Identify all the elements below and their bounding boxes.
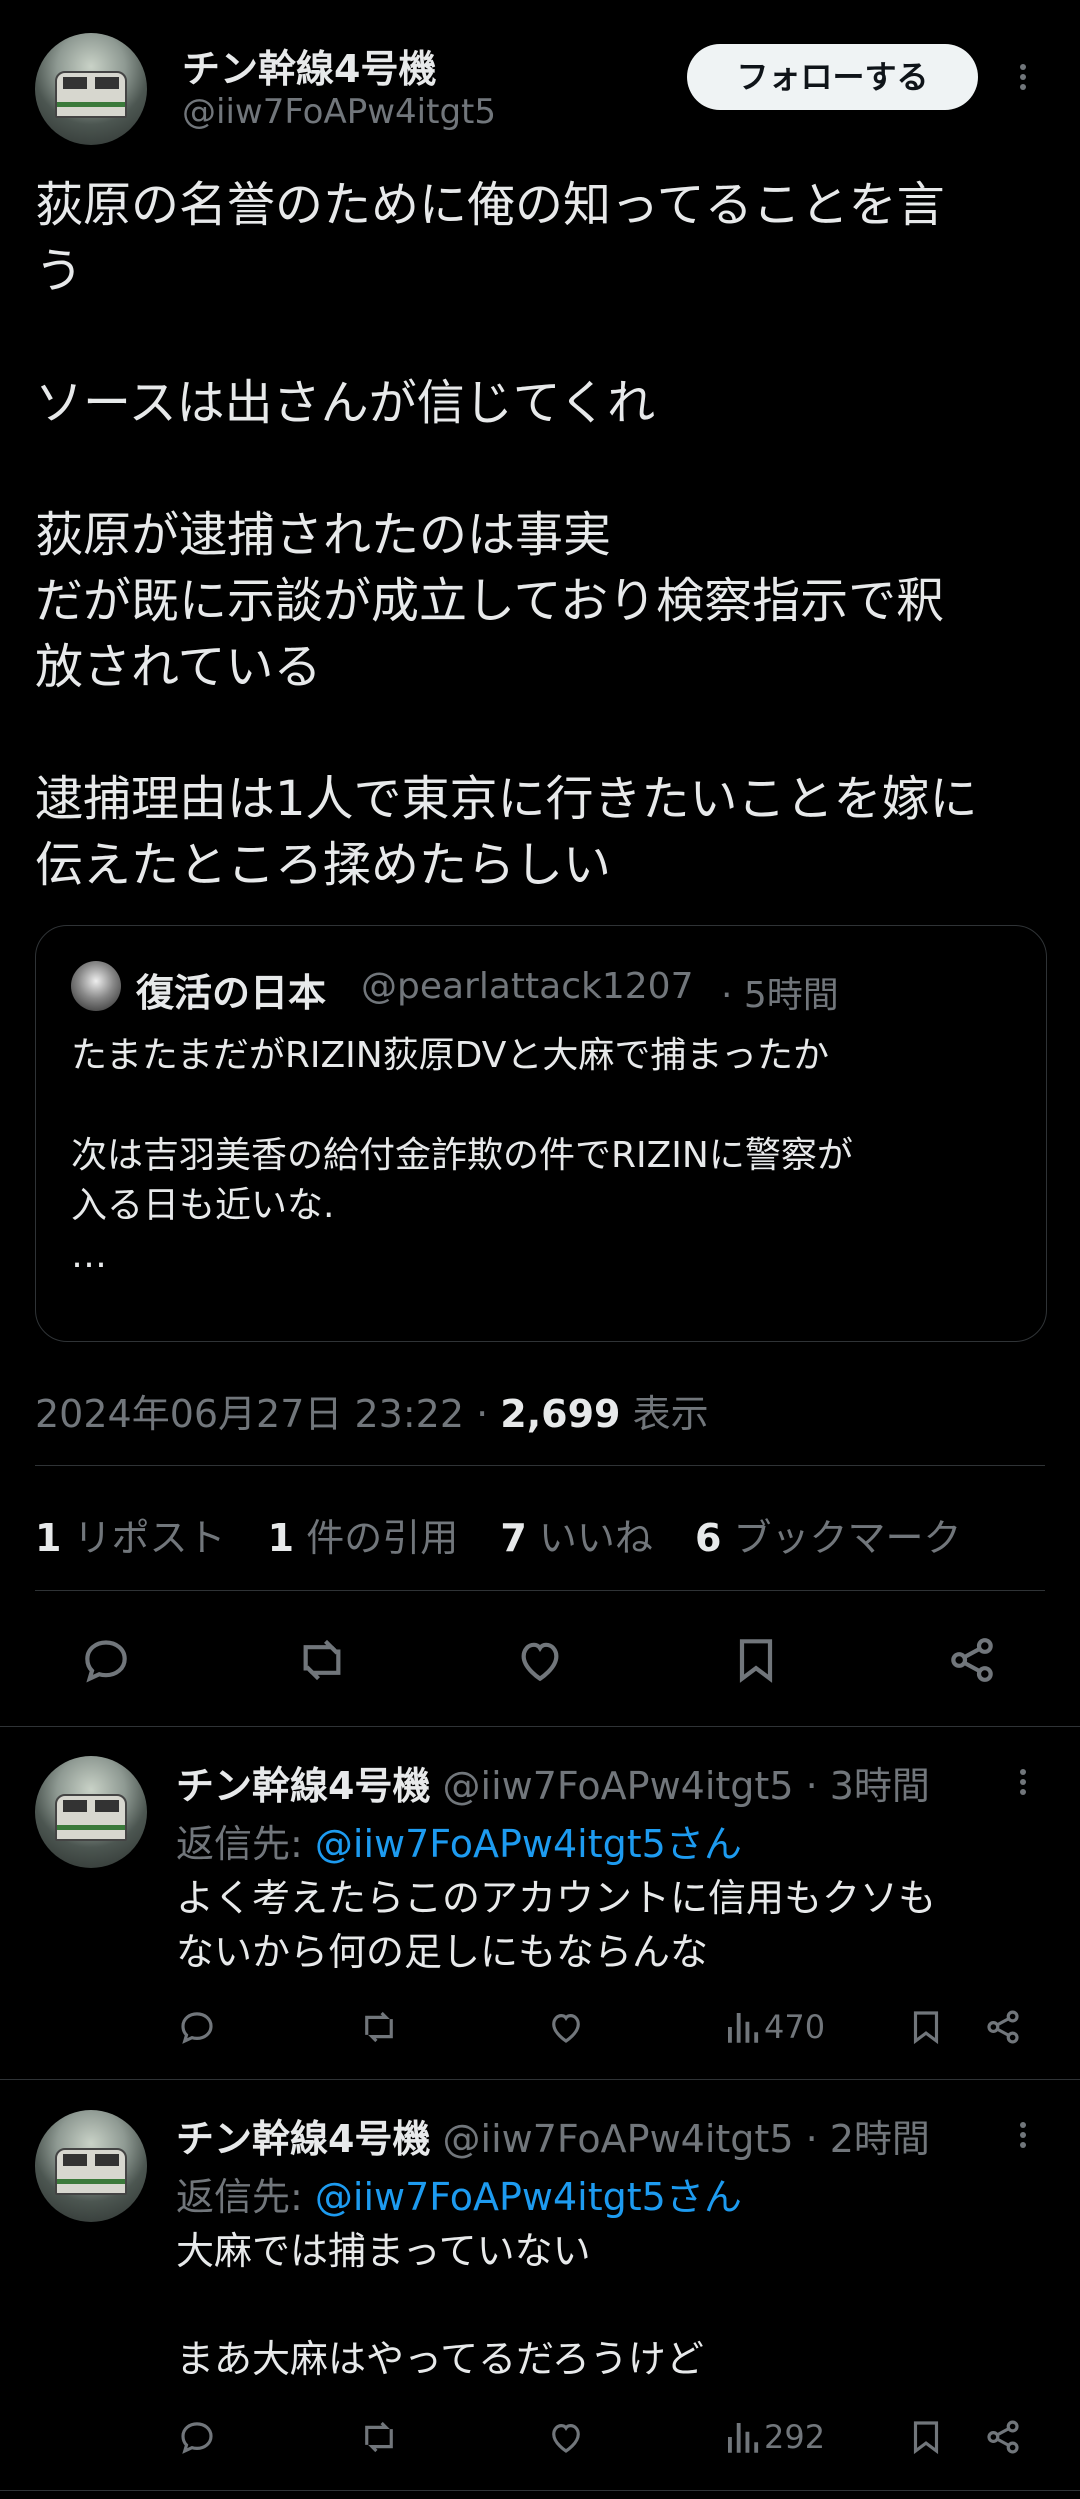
reply-to-handle[interactable]: @iiw7FoAPw4itgt5さん [315,1822,742,1866]
author-handle[interactable]: @iiw7FoAPw4itgt5 [182,92,496,132]
divider [35,1590,1045,1591]
stats-row: 1 リポスト 1 件の引用 7 いいね 6 ブックマーク [35,1507,962,1562]
reply-author-name[interactable]: チン幹線4号機 [176,1764,430,1808]
more-icon[interactable] [1020,2118,1026,2152]
reply-tweet[interactable]: チン幹線4号機 @iiw7FoAPw4itgt5 · 3時間 返信先: @iiw… [0,1727,1080,2078]
quote-text: たまたまだがRIZIN荻原DVと大麻で捕まったか 次は吉羽美香の給付金詐欺の件で… [71,1035,853,1276]
reply-header: チン幹線4号機 @iiw7FoAPw4itgt5 · 3時間 [176,1755,930,1810]
views-icon [728,2013,759,2043]
stat-likes[interactable]: 7 いいね [500,1516,653,1560]
quote-time: · 5時間 [721,975,839,1016]
retweet-icon[interactable] [294,1632,350,1688]
share-icon[interactable] [944,1632,1000,1688]
views-label: 表示 [632,1392,709,1436]
more-icon[interactable] [1020,1765,1026,1799]
views-count: 470 [764,2008,826,2046]
reply-icon[interactable] [176,2416,218,2458]
reply-to-handle[interactable]: @iiw7FoAPw4itgt5さん [315,2175,742,2219]
reply-icon[interactable] [78,1632,134,1688]
reply-time: · 3時間 [805,1764,930,1808]
quoted-tweet[interactable]: 復活の日本 @pearlattack1207 · 5時間 たまたまだがRIZIN… [35,925,1047,1342]
views-count: 292 [764,2418,826,2456]
bookmark-icon[interactable] [728,1632,784,1688]
retweet-icon[interactable] [358,2006,400,2048]
reply-to-prefix: 返信先: [176,1822,315,1866]
reply-to: 返信先: @iiw7FoAPw4itgt5さん [176,2166,742,2221]
bookmark-icon[interactable] [905,2006,947,2048]
like-icon[interactable] [545,2006,587,2048]
divider [0,2490,1080,2491]
share-icon[interactable] [982,2006,1024,2048]
author-name[interactable]: チン幹線4号機 [182,38,436,93]
reply-time: · 2時間 [805,2117,930,2161]
tweet-meta: 2024年06月27日 23:22 · 2,699 表示 [35,1383,709,1438]
stat-reposts[interactable]: 1 リポスト [35,1516,226,1560]
reply-to: 返信先: @iiw7FoAPw4itgt5さん [176,1813,742,1868]
stat-quotes[interactable]: 1 件の引用 [268,1516,459,1560]
reply-icon[interactable] [176,2006,218,2048]
quote-author-handle: @pearlattack1207 [361,966,694,1007]
views-icon [728,2423,759,2453]
tweet-timestamp[interactable]: 2024年06月27日 23:22 · [35,1392,488,1436]
more-icon[interactable] [1020,60,1026,94]
bookmark-icon[interactable] [905,2416,947,2458]
reply-to-prefix: 返信先: [176,2175,315,2219]
like-icon[interactable] [545,2416,587,2458]
views-button[interactable]: 470 [724,2006,825,2048]
like-icon[interactable] [512,1632,568,1688]
reply-avatar[interactable] [35,2110,147,2222]
author-avatar[interactable] [35,33,147,145]
reply-tweet[interactable]: チン幹線4号機 @iiw7FoAPw4itgt5 · 2時間 返信先: @iiw… [0,2080,1080,2489]
follow-button[interactable]: フォローする [687,44,978,110]
retweet-icon[interactable] [358,2416,400,2458]
reply-text: 大麻では捕まっていない まあ大麻はやってるだろうけど [176,2229,704,2381]
reply-header: チン幹線4号機 @iiw7FoAPw4itgt5 · 2時間 [176,2108,930,2163]
views-button[interactable]: 292 [724,2416,825,2458]
quote-author-name: 復活の日本 [136,971,327,1015]
reply-avatar[interactable] [35,1756,147,1868]
reply-text: よく考えたらこのアカウントに信用もクソも ないから何の足しにもならんな [176,1876,937,1974]
tweet-text: 荻原の名誉のために俺の知ってることを言 う ソースは出さんが信じてくれ 荻原が逮… [35,177,978,893]
divider [35,1465,1045,1466]
reply-author-handle[interactable]: @iiw7FoAPw4itgt5 [443,1764,794,1808]
views-count: 2,699 [500,1392,621,1436]
reply-author-handle[interactable]: @iiw7FoAPw4itgt5 [443,2117,794,2161]
share-icon[interactable] [982,2416,1024,2458]
stat-bookmarks[interactable]: 6 ブックマーク [695,1516,962,1560]
reply-author-name[interactable]: チン幹線4号機 [176,2117,430,2161]
quote-author-avatar [71,961,121,1011]
